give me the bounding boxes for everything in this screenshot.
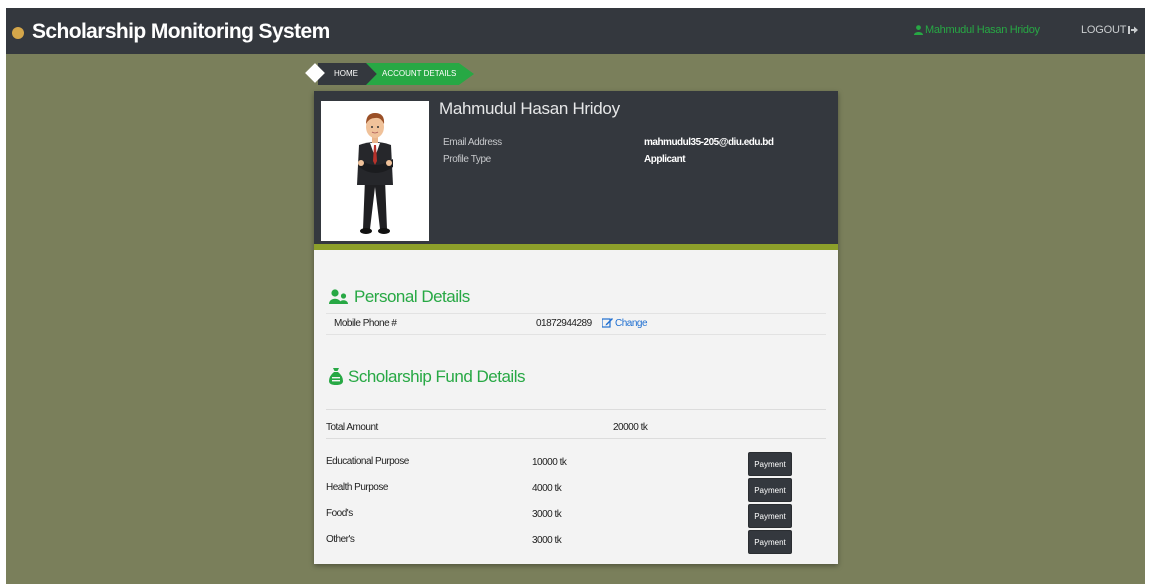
change-link-label: Change [615, 318, 648, 329]
nav-user-link[interactable]: Mahmudul Hasan Hridoy [914, 24, 1040, 36]
breadcrumb-current: ACCOUNT DETAILS [366, 63, 474, 85]
fund-row-label: Educational Purpose [326, 456, 409, 467]
email-label: Email Address [443, 137, 502, 148]
logout-link[interactable]: LOGOUT [1081, 24, 1139, 36]
nav-user-name: Mahmudul Hasan Hridoy [925, 24, 1040, 36]
edit-icon [601, 318, 613, 328]
fund-row-amount: 3000 tk [532, 535, 562, 546]
educational-payment-button[interactable]: Payment [748, 452, 792, 476]
profile-type-value: Applicant [644, 154, 686, 165]
breadcrumb-home[interactable]: HOME [318, 63, 378, 85]
total-amount-value: 20000 tk [613, 422, 648, 433]
breadcrumb-home-label: HOME [334, 69, 358, 78]
users-icon [329, 289, 348, 304]
profile-name: Mahmudul Hasan Hridoy [439, 99, 620, 118]
fund-row-label: Health Purpose [326, 482, 388, 493]
email-value: mahmudul35-205@diu.edu.bd [644, 137, 774, 148]
top-navbar: Scholarship Monitoring System Mahmudul H… [6, 8, 1145, 54]
money-bag-icon [329, 368, 343, 385]
personal-details-title: Personal Details [354, 287, 470, 306]
mobile-phone-row: Mobile Phone # 01872944289 Change [326, 313, 826, 335]
account-card: Mahmudul Hasan Hridoy Email Address mahm… [314, 91, 838, 564]
divider [326, 409, 826, 410]
breadcrumb-current-label: ACCOUNT DETAILS [382, 69, 457, 78]
health-payment-button[interactable]: Payment [748, 478, 792, 502]
fund-row-label: Food's [326, 508, 353, 519]
total-amount-label: Total Amount [326, 422, 378, 433]
avatar [321, 101, 429, 241]
foods-payment-button[interactable]: Payment [748, 504, 792, 528]
sign-out-icon [1128, 26, 1139, 34]
fund-row-label: Other's [326, 534, 355, 545]
change-phone-link[interactable]: Change [601, 317, 648, 329]
profile-header: Mahmudul Hasan Hridoy Email Address mahm… [314, 91, 838, 244]
header-accent-bar [314, 244, 838, 250]
page-background: Scholarship Monitoring System Mahmudul H… [6, 8, 1145, 584]
mobile-phone-value: 01872944289 [536, 318, 592, 329]
fund-row-amount: 10000 tk [532, 457, 567, 468]
user-icon [914, 25, 923, 35]
fund-row-amount: 4000 tk [532, 483, 562, 494]
fund-details-title: Scholarship Fund Details [348, 367, 525, 386]
logout-label: LOGOUT [1081, 24, 1127, 36]
mobile-phone-label: Mobile Phone # [334, 318, 397, 329]
brand-title[interactable]: Scholarship Monitoring System [32, 20, 330, 44]
businessman-avatar-icon [357, 113, 393, 234]
personal-details-heading: Personal Details [329, 287, 470, 307]
profile-type-label: Profile Type [443, 154, 491, 165]
brand-badge-icon [12, 27, 24, 39]
divider [326, 438, 826, 439]
fund-details-heading: Scholarship Fund Details [329, 367, 525, 387]
others-payment-button[interactable]: Payment [748, 530, 792, 554]
fund-row-amount: 3000 tk [532, 509, 562, 520]
